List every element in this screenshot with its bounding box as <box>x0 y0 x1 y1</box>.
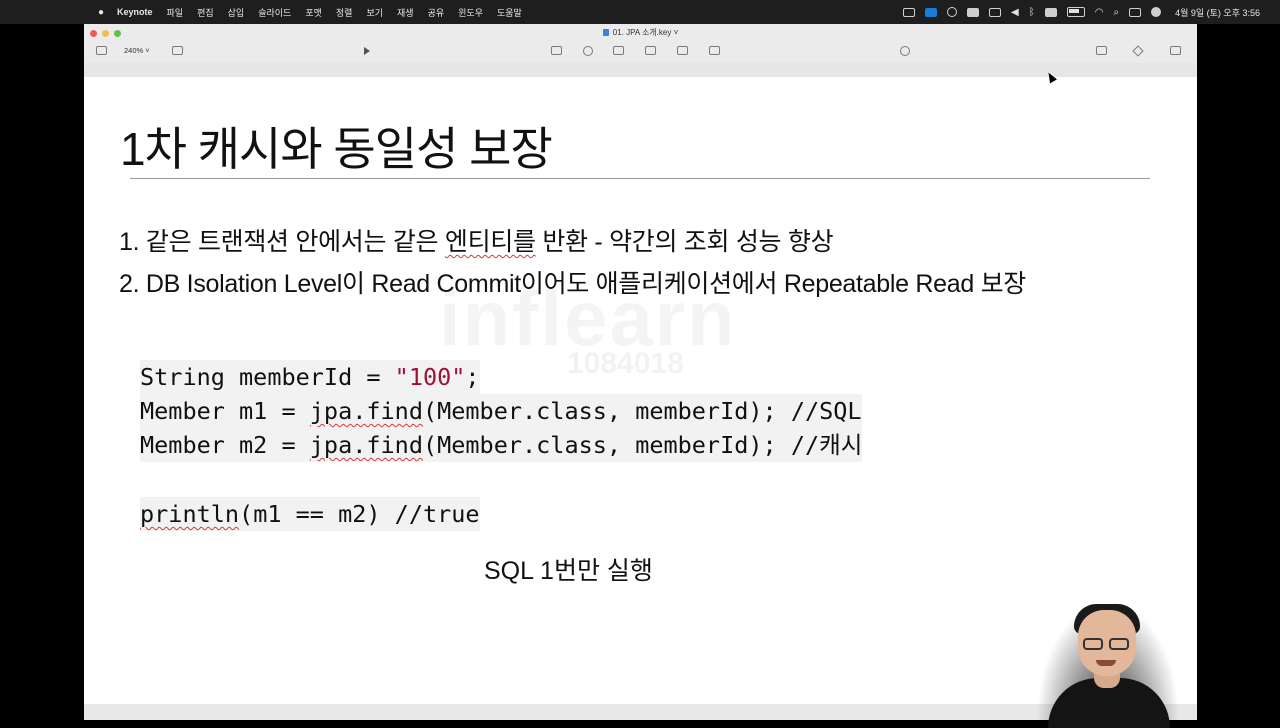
code-text: Member m1 = <box>140 397 310 425</box>
code-text: Member m2 = <box>140 431 310 459</box>
battery-icon[interactable] <box>1066 7 1085 17</box>
slide-title[interactable]: 1차 캐시와 동일성 보장 <box>120 113 553 179</box>
apple-menu-icon[interactable]: ● <box>96 7 106 18</box>
add-slide-icon <box>172 46 183 55</box>
document-title-text: 01. JPA 소개.key <box>612 28 672 37</box>
toolbar-format-button[interactable] <box>1096 45 1107 56</box>
wifi-icon[interactable]: ◠ <box>1095 7 1104 18</box>
window-bottom-bar <box>84 704 1197 720</box>
mountain-icon[interactable] <box>967 7 980 17</box>
navigator-strip <box>84 63 1197 77</box>
menu-help[interactable]: 도움말 <box>497 6 522 19</box>
zoom-value: 240% <box>124 46 144 55</box>
animate-icon <box>1132 44 1144 57</box>
sidebar-icon <box>96 46 107 55</box>
shape-icon <box>645 46 656 55</box>
siri-icon[interactable] <box>1151 7 1162 17</box>
app-status-icon[interactable] <box>925 7 938 17</box>
menu-view[interactable]: 보기 <box>366 6 383 19</box>
control-center-icon[interactable] <box>1129 7 1142 17</box>
toolbar-collaborate-button[interactable] <box>900 45 910 56</box>
code-line-2[interactable]: Member m1 = jpa.find(Member.class, membe… <box>140 394 862 428</box>
menu-share[interactable]: 공유 <box>428 6 445 19</box>
menu-insert[interactable]: 삽입 <box>228 6 245 19</box>
slide-canvas[interactable]: inflearn 1084018 1차 캐시와 동일성 보장 1. 같은 트랜잭… <box>84 77 1197 704</box>
bullet-1[interactable]: 1. 같은 트랜잭션 안에서는 같은 엔티티를 반환 - 약간의 조회 성능 향… <box>119 222 834 258</box>
code-text: ; <box>465 363 480 391</box>
format-brush-icon <box>1096 46 1107 55</box>
code-text: (Member.class, memberId); //캐시 <box>422 431 863 459</box>
toolbar-document-button[interactable] <box>1170 45 1181 56</box>
menu-bar: ● Keynote 파일 편집 삽입 슬라이드 포맷 정렬 보기 재생 공유 윈… <box>0 0 1280 24</box>
document-panel-icon <box>1170 46 1181 55</box>
menu-file[interactable]: 파일 <box>167 6 184 19</box>
menu-play[interactable]: 재생 <box>397 6 414 19</box>
bullet-1-spellcheck-word: 엔티티를 <box>444 228 536 256</box>
toolbar-add-slide-button[interactable] <box>172 45 183 56</box>
menu-arrange[interactable]: 정렬 <box>336 6 353 19</box>
bullet-2[interactable]: 2. DB Isolation Level이 Read Commit이어도 애플… <box>119 264 1026 300</box>
menu-window[interactable]: 윈도우 <box>458 6 483 19</box>
presenter-mouth <box>1096 660 1116 666</box>
toolbar-comment-button[interactable] <box>709 45 720 56</box>
volume-icon[interactable]: ◀ <box>1011 7 1019 18</box>
toolbar-table-button[interactable] <box>551 45 562 56</box>
screen-record-icon[interactable] <box>903 7 916 17</box>
status-area: ◀ ᛒ ◠ ⌕ 4월 9일 (토) 오후 3:56 <box>903 0 1260 24</box>
code-function-call: jpa.find <box>309 397 423 425</box>
toolbar-media-button[interactable] <box>677 45 688 56</box>
code-text: (m1 == m2) //true <box>239 500 480 528</box>
text-icon <box>613 46 624 55</box>
presenter-glasses-right <box>1109 638 1129 650</box>
presenter-video <box>1036 600 1180 728</box>
toolbar-chart-button[interactable] <box>583 45 593 56</box>
comment-icon <box>709 46 720 55</box>
code-text: (Member.class, memberId); //SQL <box>422 397 862 425</box>
chart-icon <box>583 45 593 56</box>
watermark-id: 1084018 <box>567 347 684 380</box>
toolbar-view-button[interactable] <box>96 45 107 56</box>
search-icon[interactable]: ⌕ <box>1113 7 1119 18</box>
code-function-call: println <box>140 500 240 528</box>
table-icon <box>551 46 562 55</box>
presenter-glasses-left <box>1083 638 1103 650</box>
code-line-4[interactable]: println(m1 == m2) //true <box>140 497 480 531</box>
title-bar: 01. JPA 소개.key ˅ 240% ˅ <box>84 24 1197 77</box>
app-menu[interactable]: Keynote <box>117 7 153 17</box>
code-text: String memberId = <box>140 363 395 391</box>
menu-edit[interactable]: 편집 <box>197 6 214 19</box>
code-string-literal: "100" <box>394 363 466 391</box>
toolbar-shape-button[interactable] <box>645 45 656 56</box>
toolbar-text-button[interactable] <box>613 45 624 56</box>
toolbar-animate-button[interactable] <box>1132 44 1144 57</box>
chevron-down-icon: ˅ <box>671 28 679 37</box>
toolbar-play-button[interactable] <box>364 45 370 56</box>
menu-format[interactable]: 포맷 <box>305 6 322 19</box>
code-function-call: jpa.find <box>309 431 423 459</box>
menu-slide[interactable]: 슬라이드 <box>258 6 291 19</box>
keynote-window: 01. JPA 소개.key ˅ 240% ˅ inflearn 1084018… <box>84 24 1197 720</box>
collaborate-icon <box>900 45 910 56</box>
bluetooth-icon[interactable]: ᛒ <box>1029 7 1035 18</box>
play-icon <box>364 46 370 55</box>
slide-caption[interactable]: SQL 1번만 실행 <box>484 551 653 587</box>
bullet-1-text-a: 1. 같은 트랜잭션 안에서는 같은 <box>119 228 445 256</box>
document-title[interactable]: 01. JPA 소개.key ˅ <box>84 27 1197 38</box>
toolbar-zoom-button[interactable]: 240% ˅ <box>124 45 150 56</box>
document-icon <box>602 29 609 36</box>
code-line-1[interactable]: String memberId = "100"; <box>140 360 480 394</box>
chevron-down-icon: ˅ <box>143 46 150 55</box>
input-source-icon[interactable] <box>1044 7 1057 17</box>
media-icon <box>677 46 688 55</box>
globe-icon[interactable] <box>947 7 958 17</box>
grid-icon[interactable] <box>989 7 1002 17</box>
bullet-1-text-b: 반환 - 약간의 조회 성능 향상 <box>535 228 834 256</box>
clock[interactable]: 4월 9일 (토) 오후 3:56 <box>1175 6 1260 19</box>
code-line-3[interactable]: Member m2 = jpa.find(Member.class, membe… <box>140 428 863 462</box>
title-divider <box>130 178 1150 179</box>
